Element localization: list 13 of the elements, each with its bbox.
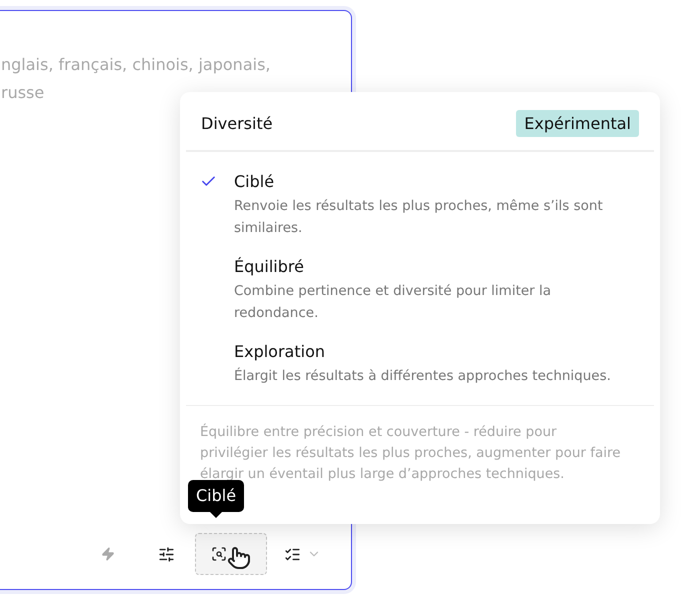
option-label: Ciblé [234, 172, 276, 191]
lightning-icon [101, 547, 115, 561]
placeholder-text: russe [1, 82, 46, 104]
popover-title: Diversité [201, 114, 273, 133]
experimental-badge: Expérimental [516, 110, 639, 137]
hand-pointer-icon [227, 546, 251, 570]
placeholder-text: nglais, français, chinois, japonais, [1, 54, 272, 76]
sliders-icon [158, 546, 174, 562]
diversity-button[interactable] [195, 533, 267, 575]
scan-search-icon [211, 546, 227, 562]
option-label: Exploration [234, 342, 326, 361]
option-label: Équilibré [234, 257, 305, 276]
tooltip: Ciblé [188, 480, 244, 518]
